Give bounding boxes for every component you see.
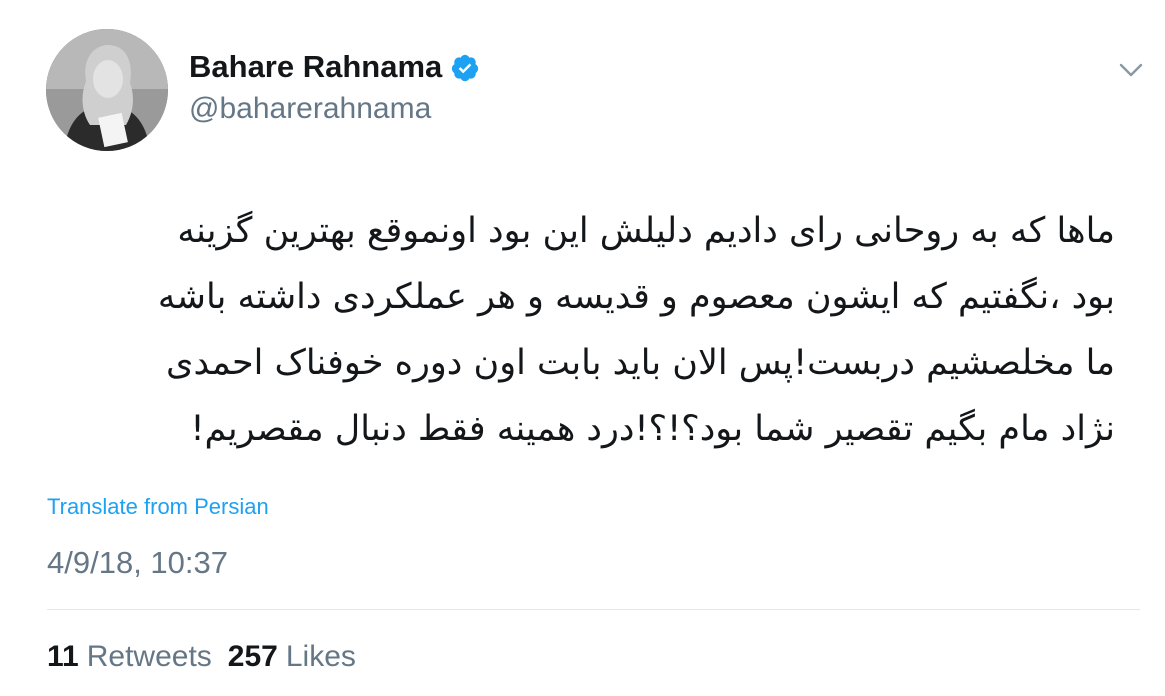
tweet-text-line: ما مخلصشیم دربست!پس الان باید بابت اون د… bbox=[166, 343, 1115, 383]
retweets-count: 11 bbox=[47, 640, 79, 673]
retweets-label: Retweets bbox=[86, 640, 212, 673]
author-handle[interactable]: @baharerahnama bbox=[189, 92, 431, 126]
likes-label: Likes bbox=[285, 640, 356, 673]
retweets-stat[interactable]: 11 Retweets bbox=[47, 639, 212, 675]
chevron-down-icon[interactable] bbox=[1116, 58, 1146, 82]
tweet-text-line: نژاد مام بگیم تقصیر شما بود؟!؟!درد همینه… bbox=[190, 409, 1116, 449]
author-name-row[interactable]: Bahare Rahnama bbox=[189, 49, 480, 85]
profile-photo bbox=[46, 29, 168, 151]
translate-link[interactable]: Translate from Persian bbox=[47, 494, 269, 520]
tweet-text-line: ماها که به روحانی رای دادیم دلیلش این بو… bbox=[177, 211, 1115, 251]
divider bbox=[47, 609, 1140, 610]
tweet-text-line: بود ،نگفتیم که ایشون معصوم و قدیسه و هر … bbox=[157, 277, 1115, 317]
verified-badge-icon bbox=[450, 53, 480, 83]
tweet-stats: 11 Retweets 257 Likes bbox=[47, 639, 356, 675]
tweet-timestamp[interactable]: 4/9/18, 10:37 bbox=[47, 545, 228, 581]
avatar[interactable] bbox=[46, 29, 168, 151]
tweet-text: ماها که به روحانی رای دادیم دلیلش این بو… bbox=[44, 198, 1115, 462]
likes-stat[interactable]: 257 Likes bbox=[228, 639, 356, 675]
likes-count: 257 bbox=[227, 640, 278, 673]
author-display-name[interactable]: Bahare Rahnama bbox=[189, 49, 442, 85]
